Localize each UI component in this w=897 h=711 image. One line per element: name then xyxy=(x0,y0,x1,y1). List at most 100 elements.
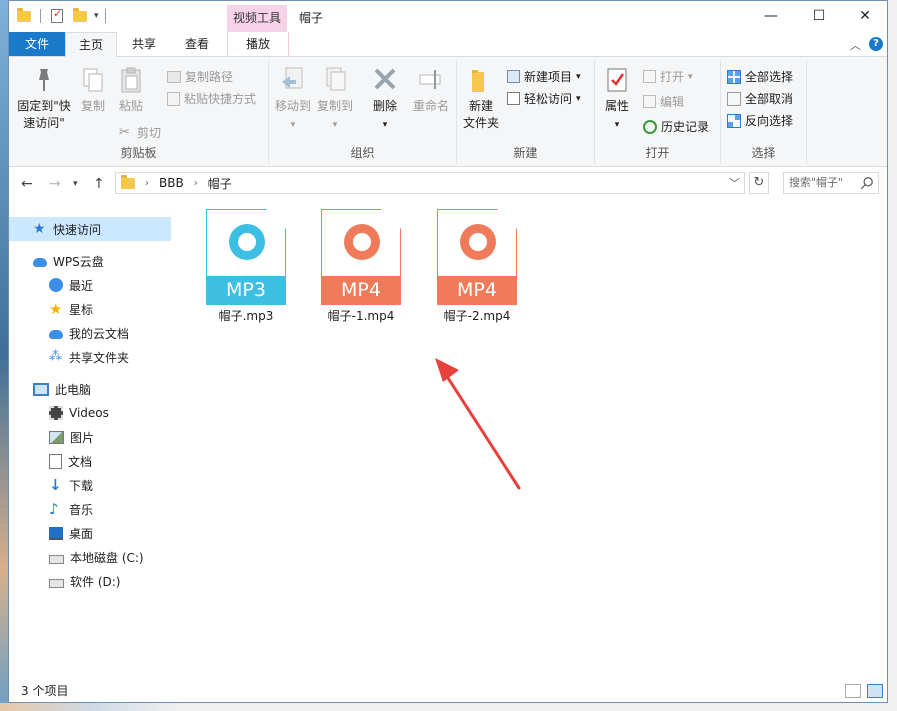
ribbon: 固定到"快 速访问" 复制 粘贴 复制路径 粘贴快捷方式 ✂ 剪切 剪贴板 移动… xyxy=(9,57,887,167)
address-history-chevron-icon[interactable]: ﹀ xyxy=(729,175,740,191)
move-to-button[interactable]: 移动到 ▾ xyxy=(273,66,313,134)
select-none-button[interactable]: 全部取消 xyxy=(727,90,793,107)
nav-shared-folder[interactable]: ⁂ 共享文件夹 xyxy=(9,345,171,369)
paste-button[interactable]: 粘贴 xyxy=(113,66,149,115)
nav-downloads[interactable]: ↓ 下载 xyxy=(9,473,171,497)
collapse-ribbon-chevron-icon[interactable]: ︿ xyxy=(850,37,861,53)
open-button[interactable]: 打开 ▾ xyxy=(643,68,693,85)
new-folder-label-line1: 新建 xyxy=(468,99,493,113)
nav-videos[interactable]: Videos xyxy=(9,401,171,425)
history-button[interactable]: 历史记录 xyxy=(643,118,709,135)
invert-selection-label: 反向选择 xyxy=(745,114,794,128)
recent-locations-chevron-icon[interactable]: ▾ xyxy=(73,179,78,189)
large-icons-view-icon[interactable] xyxy=(867,684,883,698)
document-icon xyxy=(49,453,62,469)
cloud-docs-icon xyxy=(49,330,63,339)
nav-label: 我的云文档 xyxy=(69,326,130,341)
breadcrumb-current[interactable]: 帽子 xyxy=(208,175,232,192)
new-item-button[interactable]: 新建项目 ▾ xyxy=(507,68,581,85)
minimize-button[interactable]: — xyxy=(749,5,793,27)
refresh-button[interactable]: ↻ xyxy=(749,172,769,194)
history-icon xyxy=(643,119,657,134)
copy-label: 复制 xyxy=(80,99,105,113)
address-bar[interactable]: › BBB › 帽子 ﹀ xyxy=(115,172,745,194)
history-label: 历史记录 xyxy=(661,120,710,134)
tab-play[interactable]: 播放 xyxy=(227,32,289,56)
back-arrow-icon[interactable]: ← xyxy=(21,176,33,192)
nav-documents[interactable]: 文档 xyxy=(9,449,171,473)
tab-view[interactable]: 查看 xyxy=(171,32,223,56)
maximize-button[interactable]: ☐ xyxy=(797,5,841,27)
cut-button[interactable]: ✂ 剪切 xyxy=(119,124,161,141)
nav-my-cloud-docs[interactable]: 我的云文档 xyxy=(9,321,171,345)
paste-shortcut-icon xyxy=(167,91,180,106)
nav-label: 本地磁盘 (C:) xyxy=(70,550,144,565)
file-name: 帽子-2.mp4 xyxy=(443,309,511,323)
annotation-arrow-icon xyxy=(435,358,521,490)
file-item[interactable]: MP4 帽子-1.mp4 xyxy=(306,209,416,324)
search-input[interactable]: 搜索"帽子" xyxy=(783,172,879,194)
nav-starred[interactable]: ★ 星标 xyxy=(9,297,171,321)
file-item[interactable]: MP3 帽子.mp3 xyxy=(191,209,301,324)
rename-button[interactable]: 重命名 xyxy=(409,66,453,115)
chevron-down-icon: ▾ xyxy=(688,71,693,82)
easy-access-button[interactable]: 轻松访问 ▾ xyxy=(507,90,581,107)
organize-group: 移动到 ▾ 复制到 ▾ 删除 ▾ 重命名 组织 xyxy=(269,60,457,164)
quick-access-toolbar: ▾ xyxy=(17,7,106,24)
nav-label: 软件 (D:) xyxy=(70,574,121,589)
edit-button[interactable]: 编辑 xyxy=(643,93,684,110)
select-all-button[interactable]: 全部选择 xyxy=(727,68,793,85)
details-view-icon[interactable] xyxy=(845,684,861,698)
new-folder-icon[interactable] xyxy=(73,7,87,22)
copy-to-button[interactable]: 复制到 ▾ xyxy=(315,66,355,134)
file-name: 帽子.mp3 xyxy=(218,309,274,323)
tab-file[interactable]: 文件 xyxy=(9,32,65,56)
forward-arrow-icon[interactable]: → xyxy=(49,176,61,192)
nav-music[interactable]: ♪ 音乐 xyxy=(9,497,171,521)
pin-label-line2: 速访问" xyxy=(23,116,65,130)
select-none-label: 全部取消 xyxy=(745,92,794,106)
up-arrow-icon[interactable]: ↑ xyxy=(93,176,105,192)
nav-this-pc[interactable]: 此电脑 xyxy=(9,377,171,401)
cloud-icon xyxy=(33,258,47,267)
breadcrumb-bbb[interactable]: BBB xyxy=(159,176,184,190)
nav-wps-cloud[interactable]: WPS云盘 xyxy=(9,249,171,273)
file-item[interactable]: MP4 帽子-2.mp4 xyxy=(422,209,532,324)
properties-button[interactable]: 属性 ▾ xyxy=(597,66,637,134)
chevron-down-icon: ▾ xyxy=(576,71,581,82)
tab-home[interactable]: 主页 xyxy=(65,32,117,57)
delete-button[interactable]: 删除 ▾ xyxy=(365,66,405,134)
nav-local-disk-c[interactable]: 本地磁盘 (C:) xyxy=(9,545,171,569)
nav-quick-access[interactable]: ★ 快速访问 xyxy=(9,217,171,241)
move-to-icon xyxy=(282,67,303,89)
nav-pictures[interactable]: 图片 xyxy=(9,425,171,449)
properties-check-icon[interactable] xyxy=(51,7,63,23)
pin-quick-access-button[interactable]: 固定到"快 速访问" xyxy=(13,66,75,132)
paste-label: 粘贴 xyxy=(118,99,143,113)
pin-label-line1: 固定到"快 xyxy=(17,99,71,113)
status-bar: 3 个项目 xyxy=(9,679,887,702)
nav-desktop[interactable]: 桌面 xyxy=(9,521,171,545)
breadcrumb-separator: › xyxy=(145,177,149,189)
new-folder-button[interactable]: 新建 文件夹 xyxy=(459,66,503,132)
close-button[interactable]: ✕ xyxy=(843,5,887,27)
chevron-down-icon: ▾ xyxy=(576,93,581,104)
nav-software-d[interactable]: 软件 (D:) xyxy=(9,569,171,593)
invert-selection-button[interactable]: 反向选择 xyxy=(727,112,793,129)
copy-path-button[interactable]: 复制路径 xyxy=(167,68,233,85)
customize-toolbar-chevron-icon[interactable]: ▾ xyxy=(94,11,99,21)
music-note-icon: ♪ xyxy=(49,500,59,518)
edit-icon xyxy=(643,95,656,108)
title-bar: ▾ 视频工具 帽子 — ☐ ✕ xyxy=(9,1,887,32)
help-icon[interactable]: ? xyxy=(869,37,883,51)
delete-label: 删除 ▾ xyxy=(372,99,397,130)
properties-icon xyxy=(607,68,627,92)
tab-share[interactable]: 共享 xyxy=(119,32,169,56)
move-to-label: 移动到 ▾ xyxy=(274,99,311,130)
copy-button[interactable]: 复制 xyxy=(75,66,111,115)
paste-shortcut-button[interactable]: 粘贴快捷方式 xyxy=(167,90,256,107)
new-folder-icon xyxy=(472,70,484,92)
nav-recent[interactable]: 最近 xyxy=(9,273,171,297)
easy-access-label: 轻松访问 xyxy=(524,92,573,106)
rename-icon xyxy=(419,70,441,89)
